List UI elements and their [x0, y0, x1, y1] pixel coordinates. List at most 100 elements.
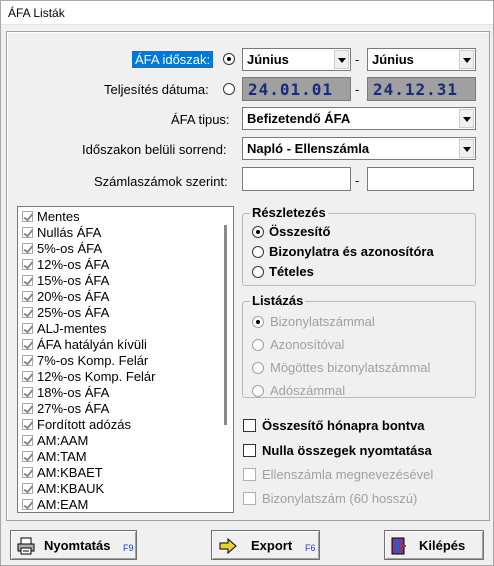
- monthly-label[interactable]: Összesítő hónapra bontva: [262, 418, 425, 433]
- print-button[interactable]: Nyomtatás F9: [10, 530, 137, 560]
- order-value: Napló - Ellenszámla: [247, 141, 370, 156]
- date-from-field[interactable]: 24.01.01: [242, 77, 351, 101]
- checkbox-icon[interactable]: [22, 339, 33, 350]
- checkbox-icon[interactable]: [22, 419, 33, 430]
- list-item-label: AM:KBAUK: [37, 481, 105, 496]
- detail-option-document[interactable]: Bizonylatra és azonosítóra: [269, 244, 434, 259]
- invoice-from-input[interactable]: [242, 167, 351, 191]
- listing-radio-id[interactable]: [252, 339, 264, 351]
- listing-option-taxnum[interactable]: Adószámmal: [270, 383, 345, 398]
- date-to-value: 24.12.31: [373, 80, 459, 99]
- counter-label[interactable]: Ellenszámla megnevezésével: [262, 467, 433, 482]
- monthly-checkbox[interactable]: [243, 419, 256, 432]
- checkbox-icon[interactable]: [22, 323, 33, 334]
- list-item-label: AM:EAM: [37, 497, 89, 512]
- listing-legend: Listázás: [250, 293, 306, 308]
- checkbox-icon[interactable]: [22, 499, 33, 510]
- vat-type-label: ÁFA tipus:: [171, 112, 230, 127]
- print-label: Nyomtatás: [44, 538, 111, 553]
- list-item-label: Nullás ÁFA: [37, 225, 102, 240]
- period-label: ÁFA időszak:: [132, 51, 214, 68]
- invoice-to-input[interactable]: [367, 167, 474, 191]
- checkbox-icon[interactable]: [22, 435, 33, 446]
- period-from-value: Június: [247, 52, 289, 67]
- list-item-label: 20%-os ÁFA: [37, 289, 110, 304]
- date-from-value: 24.01.01: [248, 80, 334, 99]
- afa-listak-window: ÁFA Listák ÁFA időszak: Június - Június …: [0, 0, 494, 566]
- window-title: ÁFA Listák: [8, 6, 65, 20]
- listing-radio-underlying[interactable]: [252, 362, 264, 374]
- order-label: Időszakon belüli sorrend:: [82, 142, 227, 157]
- detail-option-items[interactable]: Tételes: [269, 264, 314, 279]
- date-label: Teljesítés dátuma:: [104, 82, 209, 97]
- title-bar: ÁFA Listák: [1, 1, 493, 25]
- export-button[interactable]: Export F6: [211, 530, 320, 560]
- list-item-label: Mentes: [37, 209, 80, 224]
- export-hotkey: F6: [305, 543, 316, 553]
- list-scrollbar[interactable]: [224, 225, 227, 425]
- period-to-select[interactable]: Június: [367, 48, 476, 71]
- period-to-value: Június: [372, 52, 414, 67]
- arrow-right-icon: [219, 537, 237, 555]
- list-item-label: 12%-os Komp. Felár: [37, 369, 156, 384]
- checkbox-icon[interactable]: [22, 243, 33, 254]
- list-item-label: AM:KBAET: [37, 465, 103, 480]
- checkbox-icon[interactable]: [22, 467, 33, 478]
- listing-radio-docnum[interactable]: [252, 316, 264, 328]
- listing-radio-taxnum[interactable]: [252, 385, 264, 397]
- docnum-checkbox[interactable]: [243, 492, 256, 505]
- docnum-label[interactable]: Bizonylatszám (60 hosszú): [262, 491, 417, 506]
- checkbox-icon[interactable]: [22, 371, 33, 382]
- list-item-label: 27%-os ÁFA: [37, 401, 110, 416]
- order-select[interactable]: Napló - Ellenszámla: [242, 137, 476, 160]
- chevron-down-icon[interactable]: [334, 50, 349, 69]
- list-item-label: AM:TAM: [37, 449, 87, 464]
- date-dash: -: [355, 82, 360, 97]
- chevron-down-icon[interactable]: [459, 109, 474, 128]
- list-item-label: 25%-os ÁFA: [37, 305, 110, 320]
- period-from-select[interactable]: Június: [242, 48, 351, 71]
- date-to-field[interactable]: 24.12.31: [367, 77, 476, 101]
- list-item-label: 5%-os ÁFA: [37, 241, 103, 256]
- printer-icon: [17, 537, 35, 555]
- checkbox-icon[interactable]: [22, 275, 33, 286]
- detail-radio-summary[interactable]: [252, 226, 264, 238]
- checkbox-icon[interactable]: [22, 227, 33, 238]
- chevron-down-icon[interactable]: [459, 139, 474, 158]
- checkbox-icon[interactable]: [22, 387, 33, 398]
- zero-checkbox[interactable]: [243, 444, 256, 457]
- list-item-label: 12%-os ÁFA: [37, 257, 110, 272]
- detail-radio-document[interactable]: [252, 246, 264, 258]
- exit-label: Kilépés: [419, 538, 466, 553]
- detail-legend: Részletezés: [250, 205, 328, 220]
- period-radio[interactable]: [223, 53, 235, 65]
- print-hotkey: F9: [123, 543, 134, 553]
- list-item-label: 18%-os ÁFA: [37, 385, 110, 400]
- checkbox-icon[interactable]: [22, 307, 33, 318]
- zero-label[interactable]: Nulla összegek nyomtatása: [262, 443, 432, 458]
- list-item-label: Fordított adózás: [37, 417, 131, 432]
- export-label: Export: [251, 538, 293, 553]
- date-radio[interactable]: [223, 83, 235, 95]
- detail-radio-items[interactable]: [252, 266, 264, 278]
- vat-type-list[interactable]: Mentes Nullás ÁFA 5%-os ÁFA 12%-os ÁFA 1…: [17, 206, 234, 513]
- checkbox-icon[interactable]: [22, 291, 33, 302]
- listing-option-docnum[interactable]: Bizonylatszámmal: [270, 314, 375, 329]
- checkbox-icon[interactable]: [22, 211, 33, 222]
- list-item-label: ÁFA hatályán kívüli: [37, 337, 147, 352]
- vat-type-select[interactable]: Befizetendő ÁFA: [242, 107, 476, 130]
- chevron-down-icon[interactable]: [459, 50, 474, 69]
- invoice-label: Számlaszámok szerint:: [94, 174, 228, 189]
- list-item-label: AM:AAM: [37, 433, 89, 448]
- checkbox-icon[interactable]: [22, 403, 33, 414]
- checkbox-icon[interactable]: [22, 259, 33, 270]
- listing-option-id[interactable]: Azonosítóval: [270, 337, 344, 352]
- checkbox-icon[interactable]: [22, 355, 33, 366]
- counter-checkbox[interactable]: [243, 468, 256, 481]
- detail-option-summary[interactable]: Összesítő: [269, 224, 330, 239]
- checkbox-icon[interactable]: [22, 483, 33, 494]
- list-item-label: 7%-os Komp. Felár: [37, 353, 149, 368]
- checkbox-icon[interactable]: [22, 451, 33, 462]
- exit-button[interactable]: Kilépés: [384, 530, 484, 560]
- listing-option-underlying[interactable]: Mögöttes bizonylatszámmal: [270, 360, 430, 375]
